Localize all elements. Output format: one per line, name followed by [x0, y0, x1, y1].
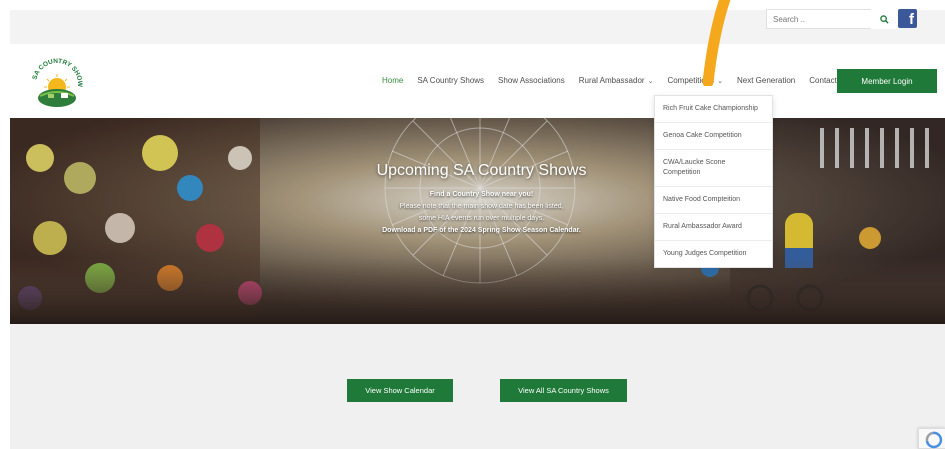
hero-title: Upcoming SA Country Shows — [376, 162, 587, 179]
hero-line-find: Find a Country Show near you! — [429, 191, 534, 198]
cta-section: View Show Calendar View All SA Country S… — [10, 324, 945, 449]
competitions-dropdown: Rich Fruit Cake Championship Genoa Cake … — [654, 95, 773, 268]
site-header: SA COUNTRY SHOWS Home SA Country Shows S… — [10, 44, 945, 118]
dropdown-item-rich-fruit-cake[interactable]: Rich Fruit Cake Championship — [655, 96, 772, 123]
nav-competitions-label: Competitions — [667, 76, 715, 85]
search-input[interactable] — [766, 9, 876, 29]
hero-banner: Upcoming SA Country Shows Find a Country… — [10, 118, 945, 324]
dropdown-item-young-judges[interactable]: Young Judges Competition — [655, 241, 772, 267]
hero-line-events: some HIA events run over multiple days. — [418, 215, 545, 222]
nav-rural-ambassador[interactable]: Rural Ambassador ⌄ — [579, 74, 654, 88]
recaptcha-badge[interactable] — [918, 428, 945, 449]
dropdown-item-rural-ambassador-award[interactable]: Rural Ambassador Award — [655, 214, 772, 241]
site-logo[interactable]: SA COUNTRY SHOWS — [26, 47, 86, 110]
main-nav: Home SA Country Shows Show Associations … — [382, 74, 851, 88]
nav-competitions[interactable]: Competitions ⌄ — [667, 74, 723, 88]
hero-text: Find a Country Show near you! Please not… — [340, 189, 623, 237]
dropdown-item-cwa-scone[interactable]: CWA/Laucke Scone Competition — [655, 150, 772, 187]
nav-home[interactable]: Home — [382, 74, 403, 88]
nav-sa-country-shows[interactable]: SA Country Shows — [417, 74, 484, 88]
dropdown-item-genoa-cake[interactable]: Genoa Cake Competition — [655, 123, 772, 150]
facebook-icon[interactable]: f — [898, 9, 917, 28]
hero-line-note: Please note that the main show date has … — [399, 203, 564, 210]
nav-next-generation[interactable]: Next Generation — [737, 74, 795, 88]
recaptcha-icon — [925, 431, 943, 449]
chevron-down-icon: ⌄ — [647, 78, 654, 85]
view-show-calendar-button[interactable]: View Show Calendar — [347, 379, 453, 402]
search-button[interactable] — [871, 9, 898, 29]
nav-contact[interactable]: Contact — [809, 74, 837, 88]
member-login-button[interactable]: Member Login — [837, 69, 937, 93]
dropdown-item-native-food[interactable]: Native Food Compteition — [655, 187, 772, 214]
calendar-pdf-link[interactable]: Download a PDF of the 2024 Spring Show S… — [382, 227, 581, 234]
search-icon — [880, 14, 889, 24]
chevron-down-icon: ⌄ — [717, 78, 723, 85]
view-all-shows-button[interactable]: View All SA Country Shows — [500, 379, 627, 402]
nav-rural-ambassador-label: Rural Ambassador — [578, 76, 645, 85]
nav-show-associations[interactable]: Show Associations — [498, 74, 565, 88]
